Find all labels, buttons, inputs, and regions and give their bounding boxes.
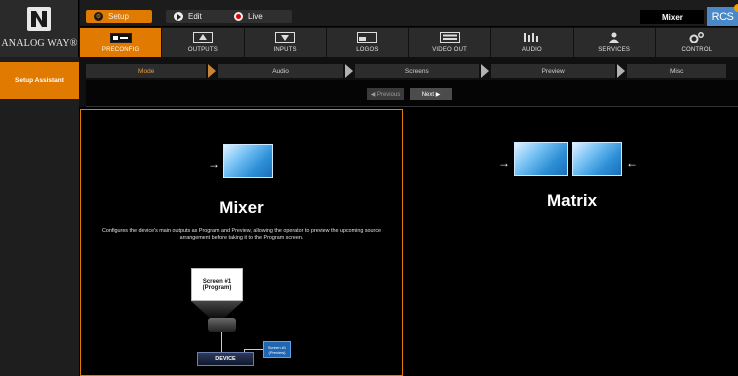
step-preview[interactable]: Preview xyxy=(491,64,626,78)
wizard-steps: Mode Audio Screens Preview Misc xyxy=(86,64,738,78)
arrow-right-icon: → xyxy=(498,156,510,170)
mode-edit-button[interactable]: Edit xyxy=(166,10,232,23)
connector-line xyxy=(221,332,222,352)
inputs-icon xyxy=(275,32,296,43)
preview-screen-diagram: Screen #1 (Preview) xyxy=(263,341,291,358)
outputs-icon xyxy=(192,32,213,43)
arrow-left-icon: ← xyxy=(626,156,638,170)
mode-status-badge: Mixer xyxy=(640,10,704,24)
screen-left-icon xyxy=(514,142,568,176)
program-screen-sublabel: (Program) xyxy=(202,285,232,291)
mode-edit-label: Edit xyxy=(188,12,202,21)
tab-control[interactable]: CONTROL xyxy=(656,28,738,57)
main-nav-tabs: PRECONFIG OUTPUTS INPUTS LOGOS VIDEO OUT xyxy=(80,28,738,57)
tab-outputs[interactable]: OUTPUTS xyxy=(162,28,245,57)
tab-inputs[interactable]: INPUTS xyxy=(245,28,327,57)
preconfig-icon xyxy=(109,32,132,43)
step-mode[interactable]: Mode xyxy=(86,64,217,78)
analog-way-logo-icon xyxy=(27,7,51,31)
mode-setup-button[interactable]: ⚙ Setup xyxy=(86,10,152,23)
previous-button[interactable]: ◀ Previous xyxy=(367,88,404,100)
app-window: ANALOG WAY® ⚙ Setup Edit Live Mixer RCS … xyxy=(0,0,738,376)
sidebar: Setup Assistant xyxy=(0,57,79,376)
logos-icon xyxy=(357,32,378,43)
notification-dot-icon xyxy=(734,4,738,12)
matrix-option-card[interactable]: → ← Matrix xyxy=(406,109,738,376)
arrow-right-icon: → xyxy=(208,157,220,171)
video-out-icon xyxy=(439,32,460,43)
gear-icon: ⚙ xyxy=(94,12,103,21)
control-icon xyxy=(688,32,706,43)
projector-icon xyxy=(208,318,236,332)
services-icon xyxy=(606,32,622,43)
record-icon xyxy=(234,12,243,21)
tab-preconfig[interactable]: PRECONFIG xyxy=(80,28,163,57)
mixer-option-card[interactable]: → Mixer Configures the device's main out… xyxy=(80,109,403,376)
sidebar-item-setup-assistant[interactable]: Setup Assistant xyxy=(0,62,79,99)
tab-audio[interactable]: AUDIO xyxy=(491,28,574,57)
preview-screen-sublabel: (Preview) xyxy=(268,350,286,355)
play-icon xyxy=(174,12,183,21)
tab-logos[interactable]: LOGOS xyxy=(327,28,409,57)
screen-icon xyxy=(223,144,273,178)
step-screens[interactable]: Screens xyxy=(354,64,490,78)
rcs-label: RCS xyxy=(711,10,734,23)
step-misc[interactable]: Misc xyxy=(627,64,726,78)
screen-right-icon xyxy=(572,142,622,176)
tab-services[interactable]: SERVICES xyxy=(574,28,656,57)
mode-live-button[interactable]: Live xyxy=(226,10,292,23)
matrix-title: Matrix xyxy=(546,191,598,210)
mode-bar: ⚙ Setup Edit Live Mixer RCS xyxy=(80,0,738,27)
step-audio[interactable]: Audio xyxy=(218,64,354,78)
brand-name: ANALOG WAY® xyxy=(1,38,78,49)
mode-live-label: Live xyxy=(248,12,263,21)
device-diagram: DEVICE xyxy=(197,352,254,366)
mixer-description: Configures the device's main outputs as … xyxy=(101,228,382,241)
brand-logo: ANALOG WAY® xyxy=(0,0,79,57)
program-screen-diagram: Screen #1 (Program) xyxy=(191,268,243,301)
mode-setup-label: Setup xyxy=(108,12,129,21)
rcs-badge[interactable]: RCS xyxy=(707,4,738,26)
mixer-title: Mixer xyxy=(219,198,264,217)
tab-video-out[interactable]: VIDEO OUT xyxy=(409,28,492,57)
audio-icon xyxy=(523,32,541,43)
connector-line xyxy=(244,349,263,350)
next-button[interactable]: Next ▶ xyxy=(410,88,452,100)
